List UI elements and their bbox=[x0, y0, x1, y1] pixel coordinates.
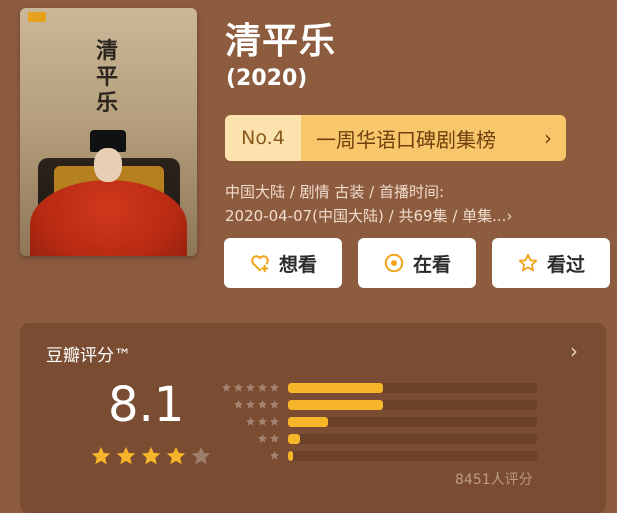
star-small-icon bbox=[269, 446, 280, 465]
star-filled-icon bbox=[165, 445, 187, 471]
distribution-fill bbox=[288, 433, 301, 444]
star-filled-icon bbox=[140, 445, 162, 471]
distribution-track bbox=[288, 399, 537, 410]
poster-face bbox=[94, 148, 122, 182]
poster-title-char: 乐 bbox=[95, 90, 118, 116]
show-meta[interactable]: 中国大陆 / 剧情 古装 / 首播时间: 2020-04-07(中国大陆) / … bbox=[225, 180, 590, 228]
want-to-watch-button[interactable]: 想看 bbox=[224, 238, 342, 288]
rating-card[interactable]: 豆瓣评分™ › 8.1 8451人评分 bbox=[20, 323, 606, 513]
heart-plus-icon bbox=[249, 252, 271, 274]
poster-title: 清 平 乐 bbox=[94, 38, 120, 116]
watching-label: 在看 bbox=[412, 253, 451, 276]
distribution-fill bbox=[288, 382, 383, 393]
distribution-track bbox=[288, 450, 537, 461]
chevron-right-icon[interactable]: › bbox=[570, 339, 578, 363]
distribution-stars bbox=[218, 446, 288, 465]
poster-title-char: 清 bbox=[95, 38, 118, 64]
rating-distribution-row bbox=[218, 379, 548, 396]
distribution-fill bbox=[288, 450, 293, 461]
watched-label: 看过 bbox=[546, 253, 585, 276]
rank-number: No.4 bbox=[225, 115, 301, 161]
distribution-fill bbox=[288, 399, 383, 410]
meta-line-genre: 中国大陆 / 剧情 古装 / 首播时间: bbox=[225, 183, 445, 201]
target-circle-icon bbox=[383, 252, 405, 274]
rank-label: 一周华语口碑剧集榜 bbox=[316, 127, 496, 152]
distribution-track bbox=[288, 382, 537, 393]
show-title: 清平乐 bbox=[225, 21, 337, 62]
rating-distribution bbox=[218, 379, 548, 464]
distribution-fill bbox=[288, 416, 328, 427]
rating-distribution-row bbox=[218, 396, 548, 413]
want-to-watch-label: 想看 bbox=[278, 253, 317, 276]
star-outline-icon bbox=[517, 252, 539, 274]
meta-line-premiere: 2020-04-07(中国大陆) / 共69集 / 单集...› bbox=[225, 207, 513, 225]
watching-button[interactable]: 在看 bbox=[358, 238, 476, 288]
ranking-banner[interactable]: No.4 一周华语口碑剧集榜 › bbox=[225, 115, 566, 161]
chevron-right-icon: › bbox=[544, 126, 552, 150]
tv-logo bbox=[28, 12, 46, 22]
distribution-track bbox=[288, 416, 537, 427]
distribution-track bbox=[288, 433, 537, 444]
poster-title-char: 平 bbox=[95, 64, 118, 90]
rating-stars bbox=[90, 445, 212, 471]
action-buttons: 想看 在看 看过 bbox=[224, 238, 610, 288]
watched-button[interactable]: 看过 bbox=[492, 238, 610, 288]
show-year: (2020) bbox=[226, 66, 308, 91]
rating-distribution-row bbox=[218, 430, 548, 447]
star-filled-icon bbox=[90, 445, 112, 471]
rating-score: 8.1 bbox=[108, 377, 185, 433]
rating-distribution-row bbox=[218, 447, 548, 464]
rating-heading: 豆瓣评分™ bbox=[46, 346, 131, 366]
rating-distribution-row bbox=[218, 413, 548, 430]
rating-count: 8451人评分 bbox=[455, 472, 533, 488]
star-filled-icon bbox=[115, 445, 137, 471]
star-empty-icon bbox=[190, 445, 212, 471]
poster-image[interactable]: 清 平 乐 bbox=[20, 8, 197, 256]
